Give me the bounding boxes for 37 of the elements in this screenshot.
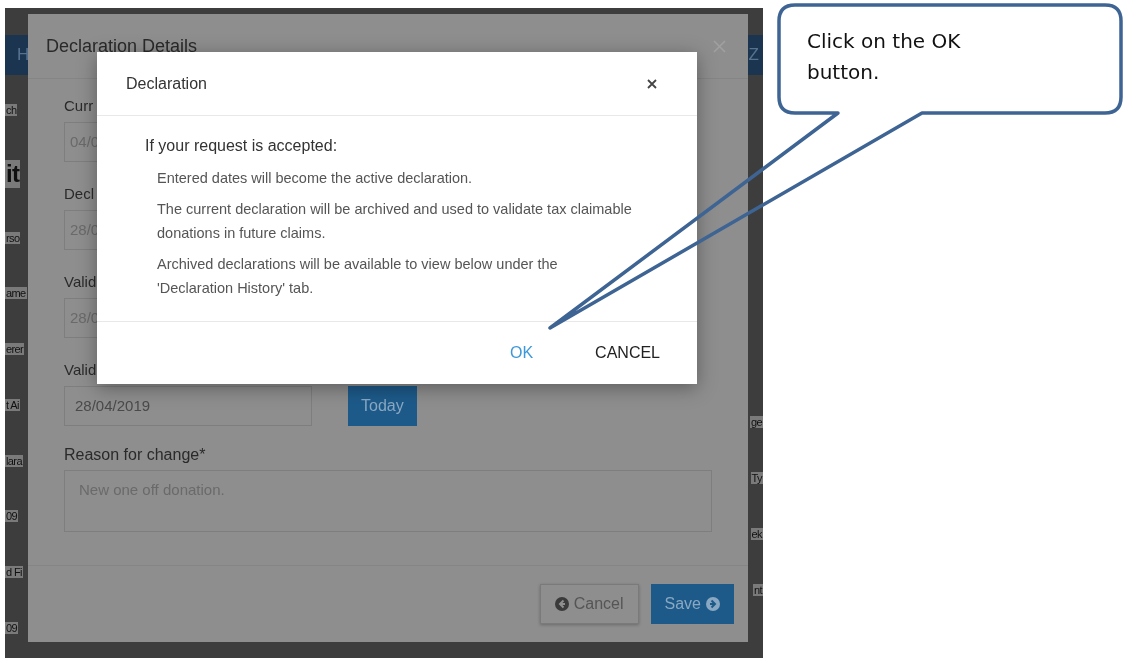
nav-text: Z: [748, 45, 759, 65]
page-text: it: [5, 159, 21, 188]
page-text: ch: [5, 104, 18, 116]
page-text: ek: [750, 528, 763, 540]
page-text: lara: [5, 454, 23, 467]
dialog-text: Archived declarations will be available to view below under the 'Declaration History' tab.: [157, 255, 559, 298]
page-text: ge: [749, 416, 763, 428]
page-text: d Fi: [5, 566, 23, 579]
page-text: Ty: [750, 472, 763, 484]
dialog-text: If your request is accepted:: [145, 137, 339, 155]
page-text: 09: [5, 510, 19, 523]
page-text: t Ai: [5, 398, 20, 411]
page-text: rso: [5, 231, 21, 244]
modal-title: Declaration Details: [46, 35, 198, 57]
page-text: nt: [753, 584, 763, 596]
page-text: 09: [5, 621, 19, 634]
page-text: ame: [5, 287, 27, 300]
callout-text: Click on the OK button.: [807, 28, 962, 86]
today-button[interactable]: Today: [348, 386, 417, 426]
page-text: erer: [5, 343, 25, 356]
cancel-button[interactable]: Cancel: [539, 584, 639, 624]
close-icon: [647, 78, 657, 89]
date-field[interactable]: 28/04/2019: [64, 386, 312, 426]
field-label: Curr: [64, 96, 95, 116]
nav-text: H: [17, 45, 30, 65]
dialog-text: The current declaration will be archived and used to validate tax claimable donations in future claims.: [157, 200, 633, 243]
field-label: Valid: [64, 272, 97, 292]
field-label: Valid: [64, 360, 97, 380]
cancel-button[interactable]: CANCEL: [589, 340, 666, 366]
dialog-text: Entered dates will become the active declaration.: [157, 169, 474, 188]
ok-button[interactable]: OK: [503, 340, 540, 366]
field-label: Decl: [64, 184, 95, 204]
field-label: Reason for change*: [64, 446, 207, 464]
right-arrow-circle-icon: [706, 597, 720, 611]
save-button[interactable]: Save: [650, 584, 734, 624]
dialog-title: Declaration: [126, 74, 207, 93]
left-arrow-circle-icon: [554, 597, 569, 611]
